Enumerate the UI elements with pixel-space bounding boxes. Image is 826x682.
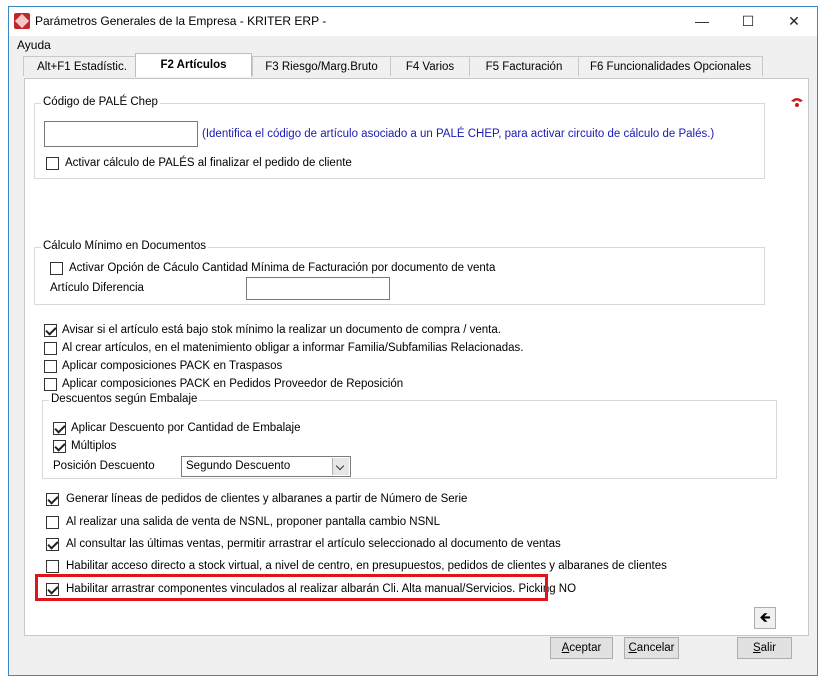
opt-stock-virtual-checkbox[interactable] [46,560,59,573]
posicion-descuento-select[interactable]: Segundo Descuento [181,456,351,477]
tab-estadisticas[interactable]: Alt+F1 Estadístic. [23,56,141,76]
accept-button[interactable]: Aceptar [550,637,613,659]
main-window: Parámetros Generales de la Empresa - KRI… [8,6,818,676]
pale-group-title: Código de PALÉ Chep [41,96,160,108]
embalaje-multiplos-checkbox[interactable] [53,440,66,453]
back-button[interactable]: 🡸 [754,607,776,629]
maximize-button[interactable]: ☐ [725,7,771,36]
pale-checkbox-label: Activar cálculo de PALÉS al finalizar el… [65,157,352,169]
embalaje-group-title: Descuentos según Embalaje [49,393,200,405]
accept-label: ceptar [569,642,602,654]
exit-button[interactable]: Salir [737,637,792,659]
embalaje-descuento-checkbox[interactable] [53,422,66,435]
help-icon[interactable] [790,96,804,108]
minimo-group: Cálculo Mínimo en Documentos Activar Opc… [34,240,765,305]
menu-help[interactable]: Ayuda [17,38,51,52]
opt-numero-serie-label: Generar líneas de pedidos de clientes y … [66,493,468,505]
opt-pack-pedidos-label: Aplicar composiciones PACK en Pedidos Pr… [62,378,404,390]
opt-stock-virtual-label: Habilitar acceso directo a stock virtual… [66,560,667,572]
minimize-button[interactable]: — [679,7,725,36]
posicion-descuento-value: Segundo Descuento [186,460,291,472]
exit-label: alir [760,642,776,654]
app-icon [14,13,30,29]
tab-varios[interactable]: F4 Varios [390,56,470,76]
tab-riesgo[interactable]: F3 Riesgo/Marg.Bruto [252,56,391,76]
window-title: Parámetros Generales de la Empresa - KRI… [35,14,327,28]
minimo-group-title: Cálculo Mínimo en Documentos [41,240,208,252]
tab-panel: Código de PALÉ Chep (Identifica el códig… [24,78,809,636]
opt-pack-traspasos-label: Aplicar composiciones PACK en Traspasos [62,360,283,372]
tab-facturacion[interactable]: F5 Facturación [469,56,579,76]
opt-familias-label: Al crear artículos, en el matenimiento o… [62,342,524,354]
pale-code-input[interactable] [44,121,198,147]
close-button[interactable]: ✕ [771,7,817,36]
opt-nsnl-checkbox[interactable] [46,516,59,529]
pale-hint: (Identifica el código de artículo asocia… [202,128,715,140]
opt-stock-minimo-checkbox[interactable] [44,324,57,337]
tab-articulos[interactable]: F2 Artículos [135,53,252,77]
opt-ultimas-ventas-checkbox[interactable] [46,538,59,551]
cancel-label: ancelar [636,642,675,654]
opt-nsnl-label: Al realizar una salida de venta de NSNL,… [66,516,440,528]
embalaje-group: Descuentos según Embalaje Aplicar Descue… [42,393,777,479]
cancel-button[interactable]: Cancelar [624,637,679,659]
posicion-descuento-label: Posición Descuento [53,460,155,472]
opt-familias-checkbox[interactable] [44,342,57,355]
cancel-mnemonic: C [628,642,637,654]
pale-checkbox[interactable] [46,157,59,170]
opt-numero-serie-checkbox[interactable] [46,493,59,506]
articulo-diferencia-input[interactable] [246,277,390,300]
embalaje-descuento-label: Aplicar Descuento por Cantidad de Embala… [71,422,301,434]
chevron-down-icon[interactable] [332,458,349,475]
articulo-diferencia-label: Artículo Diferencia [50,282,144,294]
opt-pack-traspasos-checkbox[interactable] [44,360,57,373]
opt-pack-pedidos-checkbox[interactable] [44,378,57,391]
embalaje-multiplos-label: Múltiplos [71,440,117,452]
pale-group: Código de PALÉ Chep (Identifica el códig… [34,96,765,179]
title-bar: Parámetros Generales de la Empresa - KRI… [9,7,817,36]
exit-mnemonic: S [752,642,761,654]
highlight-box [35,574,548,601]
menu-bar: Ayuda [9,36,817,54]
tab-funcionalidades[interactable]: F6 Funcionalidades Opcionales [578,56,763,76]
minimo-checkbox[interactable] [50,262,63,275]
arrow-left-icon: 🡸 [759,609,771,625]
opt-ultimas-ventas-label: Al consultar las últimas ventas, permiti… [66,538,561,550]
minimo-checkbox-label: Activar Opción de Cáculo Cantidad Mínima… [69,262,496,274]
opt-stock-minimo-label: Avisar si el artículo está bajo stok mín… [62,324,501,336]
